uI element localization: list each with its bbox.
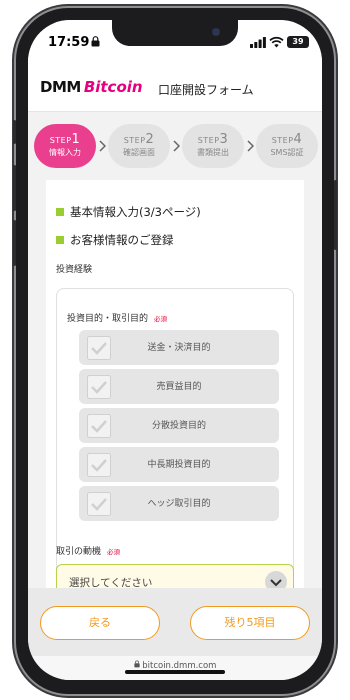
- browser-url-bar[interactable]: bitcoin.dmm.com: [28, 656, 322, 680]
- option-diversified[interactable]: 分散投資目的: [79, 408, 279, 443]
- option-label: 送金・決済目的: [147, 343, 211, 353]
- battery-indicator: 39: [287, 36, 309, 48]
- wifi-icon: [269, 36, 284, 48]
- back-button[interactable]: 戻る: [40, 606, 160, 640]
- volume-up-button: [13, 165, 16, 211]
- status-time: 17:59: [48, 35, 90, 50]
- bottom-action-bar: 戻る 残り5項目: [28, 588, 322, 656]
- form-card: 基本情報入力(3/3ページ) お客様情報のご登録 投資経験 投資目的・取引目的必…: [46, 180, 304, 590]
- camera: [212, 28, 220, 36]
- investment-purpose-text: 投資目的・取引目的: [67, 314, 149, 324]
- lock-icon: [91, 36, 100, 47]
- step-1: STEP1 情報入力: [34, 124, 96, 168]
- step-3-label: STEP3: [197, 132, 229, 147]
- cellular-signal-icon: [250, 37, 266, 48]
- trade-motive-label: 取引の動機 必須: [56, 544, 120, 557]
- step-progress: STEP1 情報入力 STEP2 確認画面 STEP3 書類提出 STEP4 S…: [28, 120, 322, 172]
- chevron-right-icon: [173, 140, 180, 152]
- step-1-sub: 情報入力: [49, 148, 81, 157]
- step-4-label: STEP4: [271, 132, 303, 147]
- chevron-right-icon: [247, 140, 254, 152]
- step-4-sub: SMS認証: [270, 148, 304, 157]
- bullet-icon: [56, 208, 64, 216]
- lock-icon: [133, 660, 140, 668]
- option-label: 分散投資目的: [151, 421, 206, 431]
- step-2-sub: 確認画面: [123, 148, 155, 157]
- investment-purpose-label: 投資目的・取引目的 必須: [67, 311, 167, 324]
- section-customer-info: お客様情報のご登録: [56, 232, 174, 248]
- investment-purpose-group: 投資目的・取引目的 必須 送金・決済目的 売買益目的 分散投資目的 中長期投資目的…: [56, 288, 294, 588]
- required-badge: 必須: [107, 548, 121, 556]
- section-basic-info: 基本情報入力(3/3ページ): [56, 204, 201, 220]
- page-header: DMM Bitcoin 口座開設フォーム: [28, 64, 322, 112]
- required-badge: 必須: [154, 315, 168, 323]
- notch: [112, 20, 238, 46]
- option-label: 中長期投資目的: [147, 460, 211, 470]
- chevron-right-icon: [99, 140, 106, 152]
- screen: 17:59 39 DMM Bitcoin 口座開設フォーム STEP1 情報入力: [28, 20, 322, 680]
- home-indicator[interactable]: [125, 670, 225, 674]
- option-remittance[interactable]: 送金・決済目的: [79, 330, 279, 365]
- dmm-bitcoin-logo[interactable]: DMM Bitcoin: [40, 78, 143, 96]
- step-3-sub: 書類提出: [197, 148, 229, 157]
- logo-dmm: DMM: [40, 78, 81, 96]
- remaining-items-button[interactable]: 残り5項目: [190, 606, 310, 640]
- step-2-label: STEP2: [123, 132, 155, 147]
- investment-experience-label: 投資経験: [56, 265, 93, 275]
- silent-switch: [13, 120, 16, 144]
- step-4: STEP4 SMS認証: [256, 124, 318, 168]
- logo-bitcoin: Bitcoin: [83, 78, 143, 96]
- step-3: STEP3 書類提出: [182, 124, 244, 168]
- option-label: ヘッジ取引目的: [147, 499, 211, 509]
- option-label: 売買益目的: [156, 382, 202, 392]
- section-customer-info-text: お客様情報のご登録: [70, 233, 174, 247]
- trade-motive-text: 取引の動機: [56, 547, 102, 557]
- option-hedge[interactable]: ヘッジ取引目的: [79, 486, 279, 521]
- section-basic-info-text: 基本情報入力(3/3ページ): [70, 205, 201, 219]
- option-trading-profit[interactable]: 売買益目的: [79, 369, 279, 404]
- step-2: STEP2 確認画面: [108, 124, 170, 168]
- power-button: [334, 180, 337, 250]
- volume-down-button: [13, 220, 16, 266]
- step-1-label: STEP1: [49, 132, 81, 147]
- option-long-term[interactable]: 中長期投資目的: [79, 447, 279, 482]
- bullet-icon: [56, 236, 64, 244]
- page-title: 口座開設フォーム: [158, 83, 254, 97]
